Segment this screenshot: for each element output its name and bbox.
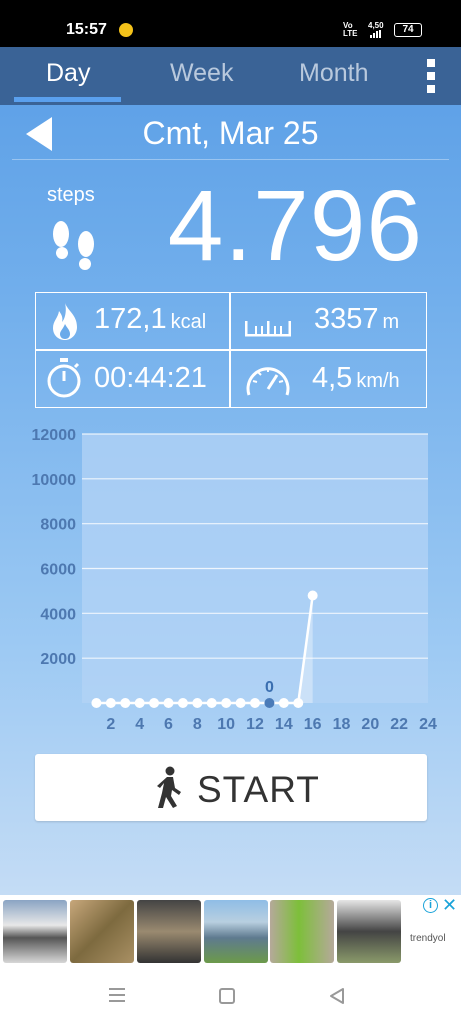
start-button[interactable]: START [35,754,427,821]
chart-point [235,698,246,708]
ad-product-image[interactable] [3,900,67,963]
navigation-bar [0,969,461,1024]
chart-y-tick-label: 12000 [32,427,77,444]
chart-point [264,698,275,708]
ad-info-icon[interactable]: i [423,898,438,913]
chart-point [278,698,289,708]
network-speed: 4,50 [368,21,384,30]
chart-point [91,698,102,708]
status-bar: 15:57 Vo LTE 4,50 74 [0,0,461,47]
flame-icon [53,303,77,340]
status-time: 15:57 [66,21,107,38]
chart-y-tick-label: 6000 [40,562,76,579]
walking-person-icon [157,766,181,808]
ruler-icon [245,321,291,337]
chart-x-tick-label: 24 [419,716,437,733]
stopwatch-icon [47,358,81,398]
stats-grid: 172,1 kcal 3357 m 00:44:21 4,5 km/h [35,292,427,408]
chart-y-tick-label: 2000 [40,651,76,668]
footprints-icon [53,221,94,270]
recent-apps-icon[interactable] [109,988,125,1002]
chart-x-tick-label: 22 [390,716,408,733]
chart-x-tick-label: 8 [193,716,202,733]
divider [12,159,449,160]
chart-y-tick-label: 10000 [32,472,77,489]
chart-point [149,698,160,708]
ad-brand: trendyol [410,933,446,944]
speedometer-icon [246,367,290,396]
chart-point [163,698,174,708]
duration-stat: 00:44:21 [94,362,207,394]
app-screen: Day Week Month Cmt, Mar 25 steps 4.796 1… [0,47,461,895]
chart-x-tick-label: 18 [333,716,351,733]
chart-x-tick-label: 14 [275,716,293,733]
chart-y-tick-label: 4000 [40,606,76,623]
calories-stat: 172,1 kcal [94,303,207,335]
volte-icon: Vo LTE [343,21,358,38]
tab-day[interactable]: Day [46,59,90,88]
ad-product-image[interactable] [137,900,201,963]
steps-chart: 120001000080006000400020002 4 6 8 10 12 14 16 18… [32,427,438,733]
chart-data-label: 0 [265,679,274,696]
chart-x-tick-label: 4 [135,716,144,733]
signal-icon [370,30,382,38]
ad-product-image[interactable] [70,900,134,963]
chart-point [221,698,232,708]
speed-stat: 4,5 km/h [312,362,400,394]
notification-icon [119,23,133,37]
chart-point [177,698,188,708]
battery-icon: 74 [394,23,422,37]
chart-point [134,698,145,708]
chart-x-tick-label: 12 [246,716,264,733]
more-menu-icon[interactable] [425,59,437,93]
start-label: START [197,769,320,810]
chart-x-tick-label: 2 [106,716,115,733]
chart-point [250,698,260,708]
chart-point [206,698,217,708]
ad-product-image[interactable] [204,900,268,963]
tab-month[interactable]: Month [299,59,368,88]
tab-week[interactable]: Week [170,59,233,88]
chart-point [105,698,116,708]
back-icon[interactable] [328,987,346,1005]
ad-product-image[interactable] [270,900,334,963]
date-title: Cmt, Mar 25 [142,115,319,151]
tab-bar: Day Week Month [0,47,461,105]
chart-point [293,698,304,708]
distance-stat: 3357 m [314,303,400,335]
ad-banner[interactable] [0,895,461,969]
tab-indicator [14,97,121,102]
chart-point [120,698,131,708]
chart-x-tick-label: 6 [164,716,173,733]
chart-point [307,590,318,601]
steps-count: 4.796 [167,170,423,282]
chart-y-tick-label: 8000 [40,517,76,534]
steps-label: steps [47,184,95,206]
chart-point [192,698,203,708]
home-icon[interactable] [219,988,235,1004]
chart-x-tick-label: 10 [217,716,235,733]
ad-close-icon[interactable]: ✕ [442,895,457,916]
ad-product-image[interactable] [337,900,401,963]
chart-x-tick-label: 20 [361,716,379,733]
chart-x-tick-label: 16 [304,716,322,733]
